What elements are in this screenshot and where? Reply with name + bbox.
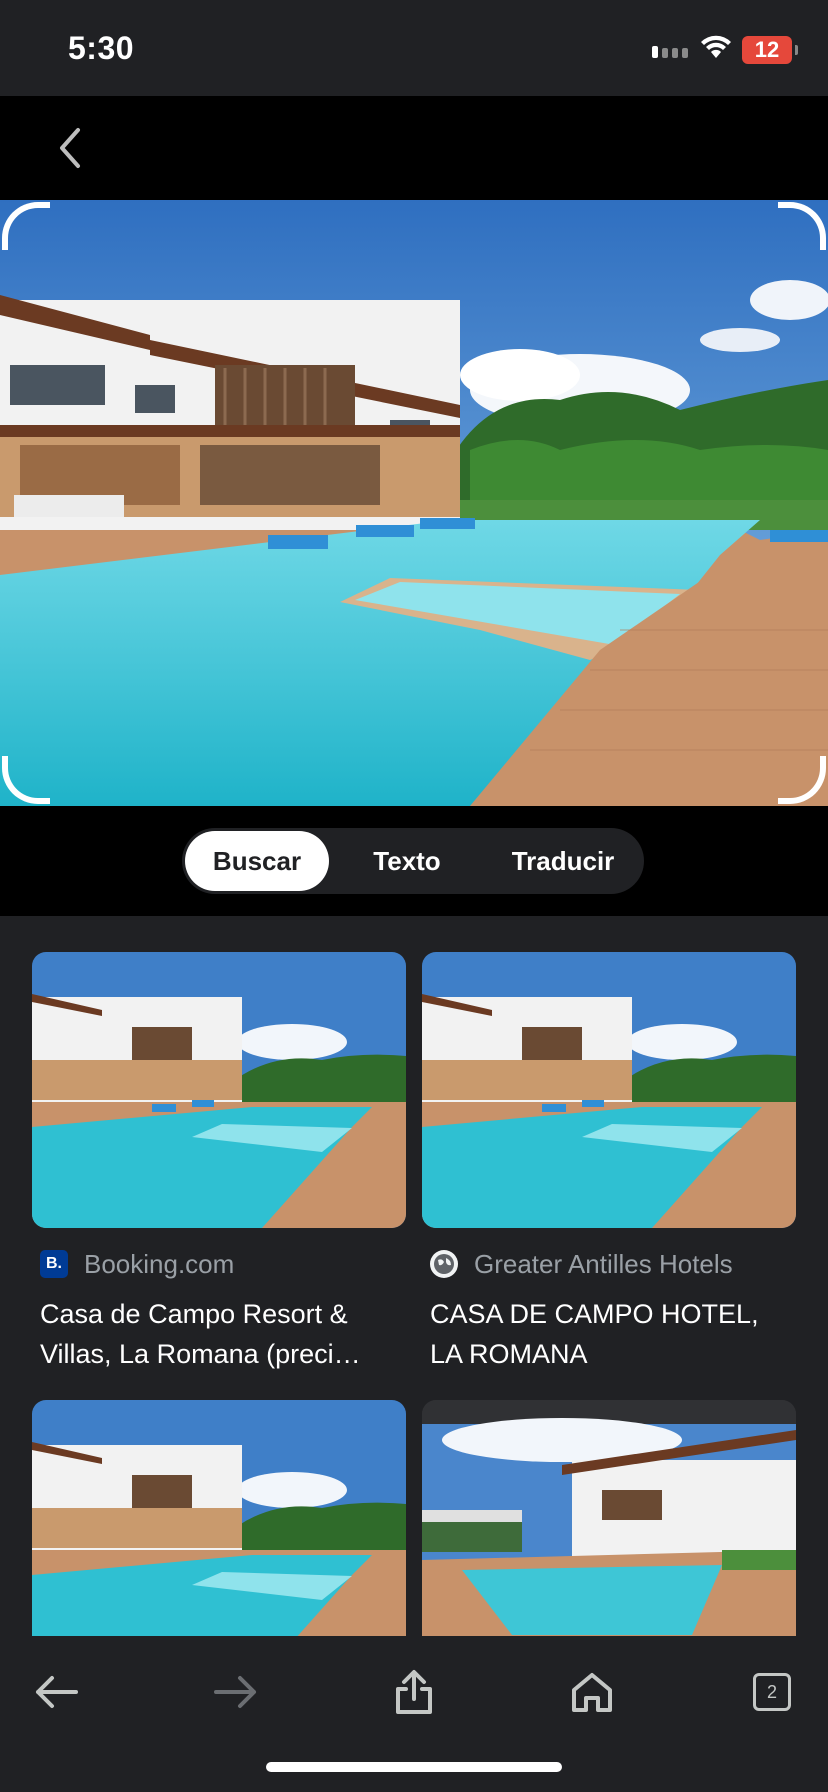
booking-logo-icon: B. [40,1250,68,1278]
villa-pool-thumbnail [32,1400,406,1636]
villa-pool-thumbnail [32,952,406,1228]
source-name: Booking.com [84,1248,235,1279]
tab-buscar[interactable]: Buscar [185,831,329,891]
villa-pool-thumbnail [422,1400,796,1636]
result-thumbnail[interactable] [422,1400,796,1636]
villa-pool-thumbnail [422,952,796,1228]
home-indicator[interactable] [266,1762,562,1772]
globe-icon [430,1250,458,1278]
lens-mode-tabs: Buscar Texto Traducir [182,828,644,894]
result-thumbnail[interactable] [32,1400,406,1636]
forward-arrow-icon[interactable] [208,1664,264,1720]
tab-traducir[interactable]: Traducir [485,831,641,891]
status-bar: 5:30 12 [0,0,828,96]
top-nav [0,96,828,200]
result-card[interactable]: B. Booking.com Casa de Campo Resort & Vi… [32,952,406,1374]
result-source: Greater Antilles Hotels [430,1248,796,1280]
tabs-switcher-icon[interactable]: 2 [744,1664,800,1720]
result-card[interactable]: Greater Antilles Hotels CASA DE CAMPO HO… [422,952,796,1374]
status-time: 5:30 [68,30,135,66]
back-chevron-icon[interactable] [50,124,90,172]
result-title[interactable]: Casa de Campo Resort & Villas, La Romana… [40,1294,406,1374]
result-card[interactable] [32,1400,406,1636]
visual-matches-panel: B. Booking.com Casa de Campo Resort & Vi… [0,916,828,1636]
tabs-count: 2 [753,1673,791,1711]
tab-texto[interactable]: Texto [329,831,485,891]
result-thumbnail[interactable] [422,952,796,1228]
share-icon[interactable] [386,1664,442,1720]
battery-indicator: 12 [742,36,798,64]
wifi-icon [701,35,731,58]
searched-image[interactable] [0,200,828,806]
result-source: B. Booking.com [40,1248,406,1280]
villa-pool-photo [0,200,828,806]
result-card[interactable] [422,1400,796,1636]
home-icon[interactable] [564,1664,620,1720]
back-arrow-icon[interactable] [28,1664,84,1720]
result-thumbnail[interactable] [32,952,406,1228]
cellular-signal-icon [652,46,688,58]
source-name: Greater Antilles Hotels [474,1248,733,1279]
result-title[interactable]: CASA DE CAMPO HOTEL, LA ROMANA [430,1294,796,1374]
